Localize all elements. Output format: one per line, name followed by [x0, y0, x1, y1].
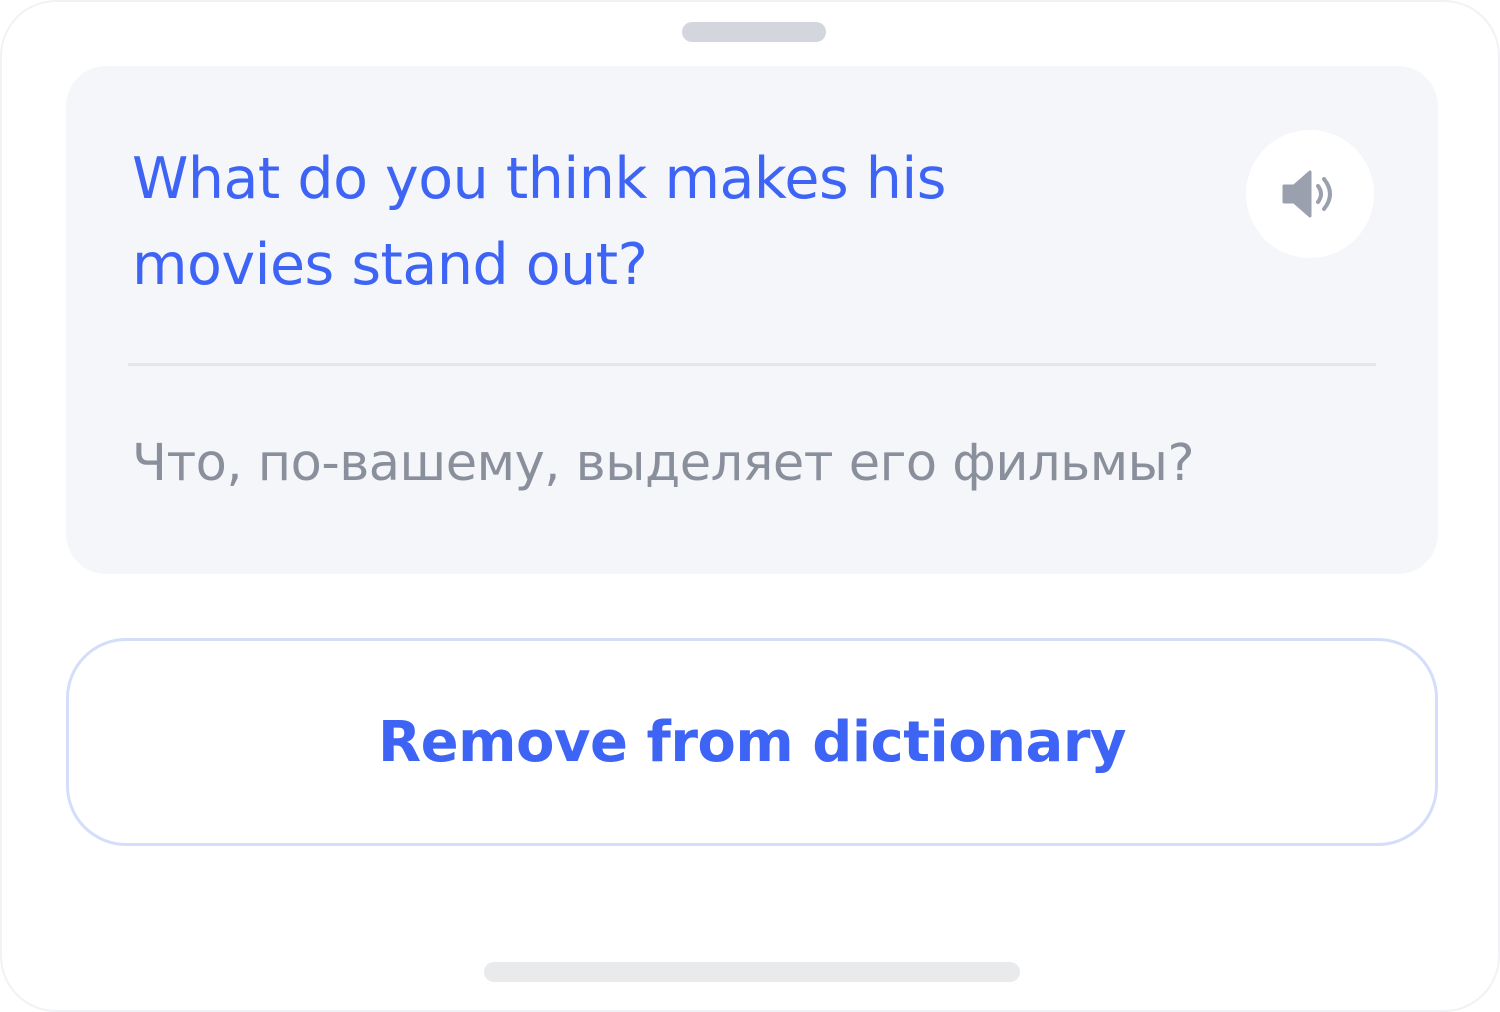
- phrase-english-text: What do you think makes his movies stand…: [132, 146, 946, 298]
- remove-from-dictionary-button[interactable]: Remove from dictionary: [66, 638, 1438, 846]
- phrase-card: What do you think makes his movies stand…: [66, 66, 1438, 574]
- home-indicator: [484, 962, 1020, 982]
- bottom-sheet: What do you think makes his movies stand…: [0, 0, 1500, 1012]
- play-audio-button[interactable]: [1246, 130, 1374, 258]
- speaker-icon: [1278, 162, 1342, 226]
- sheet-grabber-handle[interactable]: [682, 22, 826, 42]
- remove-button-label: Remove from dictionary: [378, 709, 1126, 775]
- card-divider: [128, 363, 1376, 366]
- phrase-translation-text: Что, по-вашему, выделяет его фильмы?: [132, 434, 1195, 493]
